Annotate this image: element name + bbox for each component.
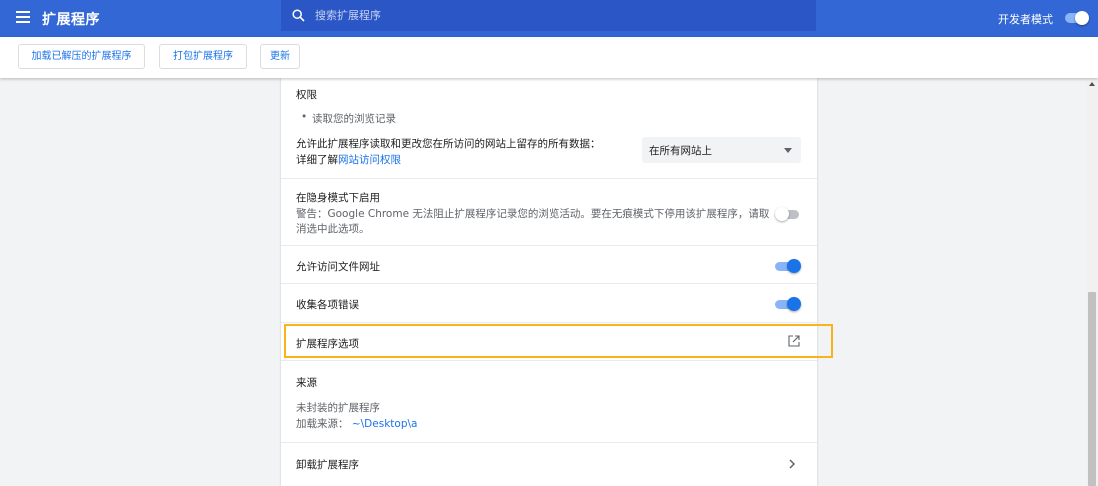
file-urls-toggle[interactable] [775,259,801,273]
extension-options-highlight [284,324,833,358]
permissions-section: 权限 • 读取您的浏览记录 允许此扩展程序读取和更改您在所访问的网站上留存的所有… [281,78,817,178]
menu-icon[interactable] [16,11,30,23]
incognito-toggle[interactable] [775,207,801,221]
dev-mode-label: 开发者模式 [998,13,1053,26]
incognito-warning-line2: 消选中此选项。 [296,223,370,235]
page-title: 扩展程序 [42,12,100,28]
incognito-title: 在隐身模式下启用 [296,192,380,204]
remove-extension-label: 卸载扩展程序 [296,459,359,471]
site-access-text: 允许此扩展程序读取和更改您在所访问的网站上留存的所有数据： [296,138,601,150]
site-access-select[interactable]: 在所有网站上 [642,137,801,163]
load-source-path[interactable]: ~\Desktop\a [352,418,418,430]
incognito-row: 在隐身模式下启用 警告：Google Chrome 无法阻止扩展程序记录您的浏览… [281,178,817,245]
chevron-right-icon [789,459,795,469]
source-type: 未封装的扩展程序 [296,402,380,414]
learn-more-prefix: 详细了解 [296,154,338,166]
permission-item: 读取您的浏览记录 [312,113,396,125]
open-in-new-icon[interactable] [788,335,800,347]
top-bar: 扩展程序 开发者模式 [0,0,1098,37]
toolbar: 加载已解压的扩展程序 打包扩展程序 更新 [0,37,1098,78]
dev-mode-toggle[interactable] [1065,11,1089,25]
incognito-warning-line1: 警告：Google Chrome 无法阻止扩展程序记录您的浏览活动。要在无痕模式… [296,208,770,220]
collect-errors-toggle[interactable] [775,297,801,311]
source-section: 来源 未封装的扩展程序 加载来源： ~\Desktop\a [281,360,817,442]
pack-extension-button[interactable]: 打包扩展程序 [159,44,247,69]
collect-errors-label: 收集各项错误 [296,299,359,311]
source-title: 来源 [296,377,317,389]
site-access-link[interactable]: 网站访问权限 [338,154,401,166]
scroll-thumb[interactable] [1088,292,1096,486]
load-unpacked-button[interactable]: 加载已解压的扩展程序 [18,44,145,69]
remove-extension-row[interactable]: 卸载扩展程序 [281,442,817,486]
scroll-up-arrow-icon[interactable] [1089,82,1095,86]
load-source-label: 加载来源： [296,418,349,430]
bullet-icon: • [301,111,308,123]
search-input[interactable] [315,0,795,31]
permissions-title: 权限 [296,89,317,101]
collect-errors-row: 收集各项错误 [281,283,817,322]
file-urls-label: 允许访问文件网址 [296,261,380,273]
search-icon [292,9,305,22]
file-urls-row: 允许访问文件网址 [281,245,817,283]
update-button[interactable]: 更新 [260,44,300,69]
scrollbar[interactable] [1086,78,1098,486]
dropdown-caret-icon [784,148,792,153]
site-access-value: 在所有网站上 [649,145,712,157]
search-box[interactable] [281,0,816,31]
extension-detail-panel: 权限 • 读取您的浏览记录 允许此扩展程序读取和更改您在所访问的网站上留存的所有… [281,78,817,486]
